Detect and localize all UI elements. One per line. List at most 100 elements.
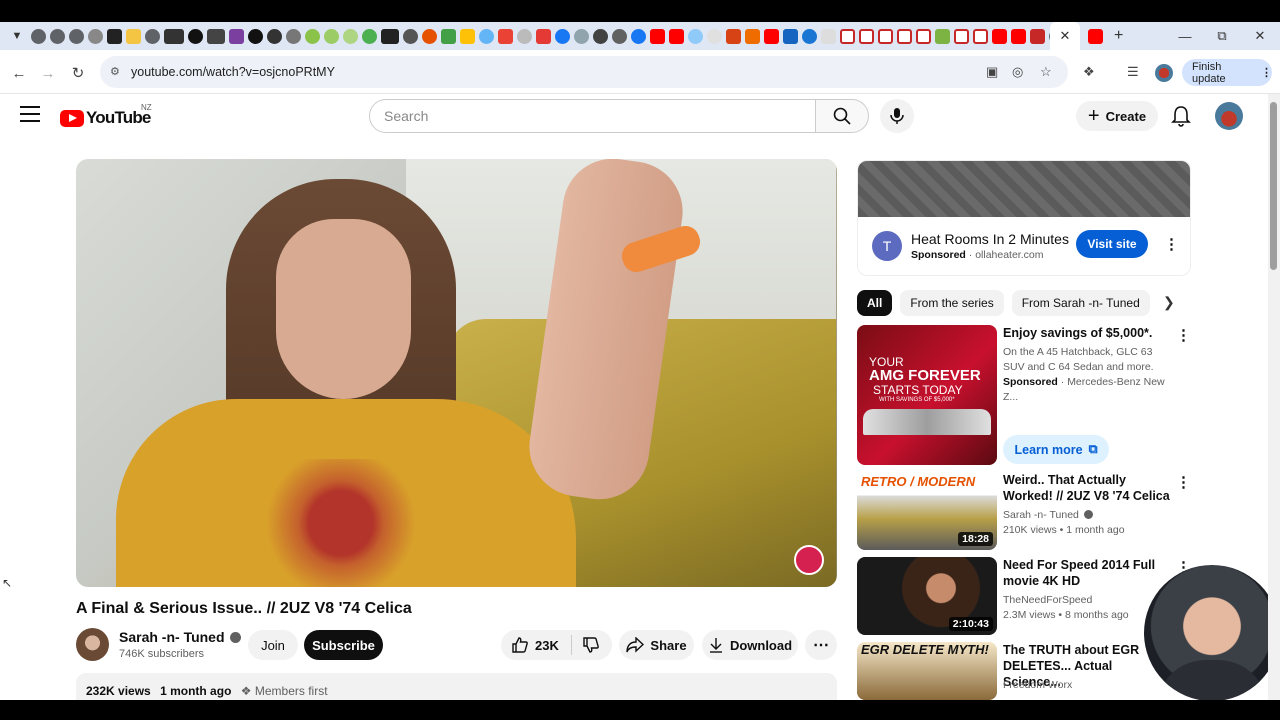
tab-favicon[interactable] bbox=[973, 28, 988, 44]
tab-favicon[interactable] bbox=[343, 28, 358, 44]
extensions-icon[interactable]: ❖ bbox=[1083, 64, 1095, 80]
tab-favicon[interactable] bbox=[422, 28, 437, 44]
channel-name[interactable]: Sarah -n- Tuned bbox=[119, 629, 241, 645]
learn-more-button[interactable]: Learn more ⧉ bbox=[1003, 435, 1109, 464]
reading-list-icon[interactable]: ☰ bbox=[1127, 64, 1139, 80]
more-menu-icon[interactable]: ⋮ bbox=[1261, 66, 1272, 79]
page-scrollbar[interactable] bbox=[1268, 94, 1280, 700]
thumbs-down-icon[interactable] bbox=[582, 636, 600, 654]
recommendation-title[interactable]: Weird.. That Actually Worked! // 2UZ V8 … bbox=[1003, 472, 1171, 504]
scrollbar-thumb[interactable] bbox=[1270, 102, 1277, 270]
recommendation-title[interactable]: Enjoy savings of $5,000*. bbox=[1003, 325, 1171, 341]
minimize-icon[interactable]: — bbox=[1166, 22, 1204, 50]
back-icon[interactable]: ← bbox=[8, 62, 30, 84]
tab-favicon[interactable] bbox=[164, 28, 184, 44]
tab-favicon[interactable] bbox=[745, 28, 760, 44]
recommendation-menu-icon[interactable]: ⋮ bbox=[1176, 326, 1191, 344]
tab-favicon[interactable] bbox=[229, 28, 244, 44]
tab-favicon[interactable] bbox=[897, 28, 912, 44]
new-tab-icon[interactable]: + bbox=[1114, 27, 1123, 45]
join-button[interactable]: Join bbox=[248, 630, 298, 660]
tab-favicon[interactable] bbox=[650, 28, 665, 44]
recommendation-title[interactable]: Need For Speed 2014 Full movie 4K HD bbox=[1003, 557, 1171, 589]
tab-favicon[interactable] bbox=[498, 28, 513, 44]
chip-all[interactable]: All bbox=[857, 290, 893, 316]
account-avatar[interactable] bbox=[1215, 102, 1243, 130]
url-text[interactable]: youtube.com/watch?v=osjcnoPRtMY bbox=[131, 65, 335, 79]
tab-favicon[interactable] bbox=[802, 28, 817, 44]
visit-site-button[interactable]: Visit site bbox=[1076, 230, 1148, 258]
tab-favicon[interactable] bbox=[126, 28, 141, 44]
tab-favicon[interactable] bbox=[859, 28, 874, 44]
ad-banner[interactable] bbox=[858, 161, 1190, 217]
tab-favicon[interactable] bbox=[935, 28, 950, 44]
tab-favicon[interactable] bbox=[783, 28, 798, 44]
chip-from-channel[interactable]: From Sarah -n- Tuned bbox=[1011, 290, 1150, 316]
tab-favicon[interactable] bbox=[324, 28, 339, 44]
tab-favicon[interactable] bbox=[362, 28, 377, 44]
search-button[interactable] bbox=[815, 99, 869, 133]
ad-title[interactable]: Heat Rooms In 2 Minutes bbox=[911, 231, 1069, 247]
recommendation-thumbnail[interactable]: RETRO / MODERN 18:28 bbox=[857, 472, 997, 550]
chip-from-series[interactable]: From the series bbox=[900, 290, 1004, 316]
tab-favicon[interactable] bbox=[479, 28, 494, 44]
create-button[interactable]: + Create bbox=[1076, 101, 1158, 131]
channel-name-text[interactable]: Sarah -n- Tuned bbox=[119, 629, 225, 645]
recommendation-channel[interactable]: TheNeedForSpeed bbox=[1003, 593, 1173, 608]
tab-favicon[interactable] bbox=[403, 28, 418, 44]
thumbs-up-icon[interactable] bbox=[511, 636, 529, 654]
tab-favicon[interactable] bbox=[669, 28, 684, 44]
ad-card[interactable]: T Heat Rooms In 2 Minutes Sponsored · ol… bbox=[857, 160, 1191, 276]
subscribe-button[interactable]: Subscribe bbox=[304, 630, 383, 660]
recommendation-channel[interactable]: Freedom Worx bbox=[1003, 678, 1173, 693]
active-tab[interactable]: ✕ bbox=[1050, 22, 1080, 50]
tab-favicon[interactable] bbox=[612, 28, 627, 44]
tab-favicon[interactable] bbox=[460, 28, 475, 44]
tab-favicon[interactable] bbox=[992, 28, 1007, 44]
tab-favicon[interactable] bbox=[31, 28, 46, 44]
tab-search-button[interactable]: ▼ bbox=[4, 24, 30, 48]
voice-search-button[interactable] bbox=[880, 99, 914, 133]
site-info-icon[interactable]: ⚙ bbox=[110, 65, 120, 78]
tab-favicon[interactable] bbox=[145, 28, 160, 44]
tab-favicon[interactable] bbox=[707, 28, 722, 44]
tab-favicon[interactable] bbox=[821, 28, 836, 44]
chevron-right-icon[interactable]: ❯ bbox=[1163, 294, 1175, 311]
close-tab-icon[interactable]: ✕ bbox=[1060, 28, 1071, 44]
youtube-tab-favicon[interactable] bbox=[1088, 28, 1103, 44]
tab-favicon[interactable] bbox=[726, 28, 741, 44]
channel-avatar[interactable] bbox=[76, 628, 109, 661]
tab-favicon[interactable] bbox=[188, 28, 203, 44]
search-input[interactable]: Search bbox=[369, 99, 816, 133]
forward-icon[interactable]: → bbox=[37, 62, 59, 84]
recommendation-channel[interactable]: Sarah -n- Tuned bbox=[1003, 508, 1173, 523]
recommendation-thumbnail[interactable]: EGR DELETE MYTH! bbox=[857, 642, 997, 700]
tab-favicon[interactable] bbox=[916, 28, 931, 44]
tab-favicon[interactable] bbox=[574, 28, 589, 44]
tab-favicon[interactable] bbox=[286, 28, 301, 44]
recommendation-thumbnail[interactable]: YOUR AMG FOREVER STARTS TODAY WITH SAVIN… bbox=[857, 325, 997, 465]
tab-favicon[interactable] bbox=[555, 28, 570, 44]
ad-menu-icon[interactable]: ⋮ bbox=[1164, 235, 1179, 253]
profile-avatar[interactable] bbox=[1155, 64, 1173, 82]
finish-update-button[interactable]: Finish update ⋮ bbox=[1182, 59, 1272, 86]
tab-favicon[interactable] bbox=[207, 28, 225, 44]
tab-favicon[interactable] bbox=[69, 28, 84, 44]
window-close-icon[interactable]: ✕ bbox=[1241, 22, 1279, 50]
tab-favicon[interactable] bbox=[88, 28, 103, 44]
tab-favicon[interactable] bbox=[631, 28, 646, 44]
hamburger-icon[interactable] bbox=[20, 106, 40, 122]
restore-icon[interactable]: ⧉ bbox=[1203, 22, 1241, 50]
tab-favicon[interactable] bbox=[688, 28, 703, 44]
tab-favicon[interactable] bbox=[954, 28, 969, 44]
tab-favicon[interactable] bbox=[536, 28, 551, 44]
tab-favicon[interactable] bbox=[50, 28, 65, 44]
recommendation-thumbnail[interactable]: 2:10:43 bbox=[857, 557, 997, 635]
tab-favicon[interactable] bbox=[305, 28, 320, 44]
tab-favicon[interactable] bbox=[267, 28, 282, 44]
tab-favicon[interactable] bbox=[441, 28, 456, 44]
video-player[interactable] bbox=[76, 159, 837, 587]
tab-favicon[interactable] bbox=[840, 28, 855, 44]
tab-favicon[interactable] bbox=[381, 28, 399, 44]
like-count[interactable]: 23K bbox=[535, 638, 559, 653]
